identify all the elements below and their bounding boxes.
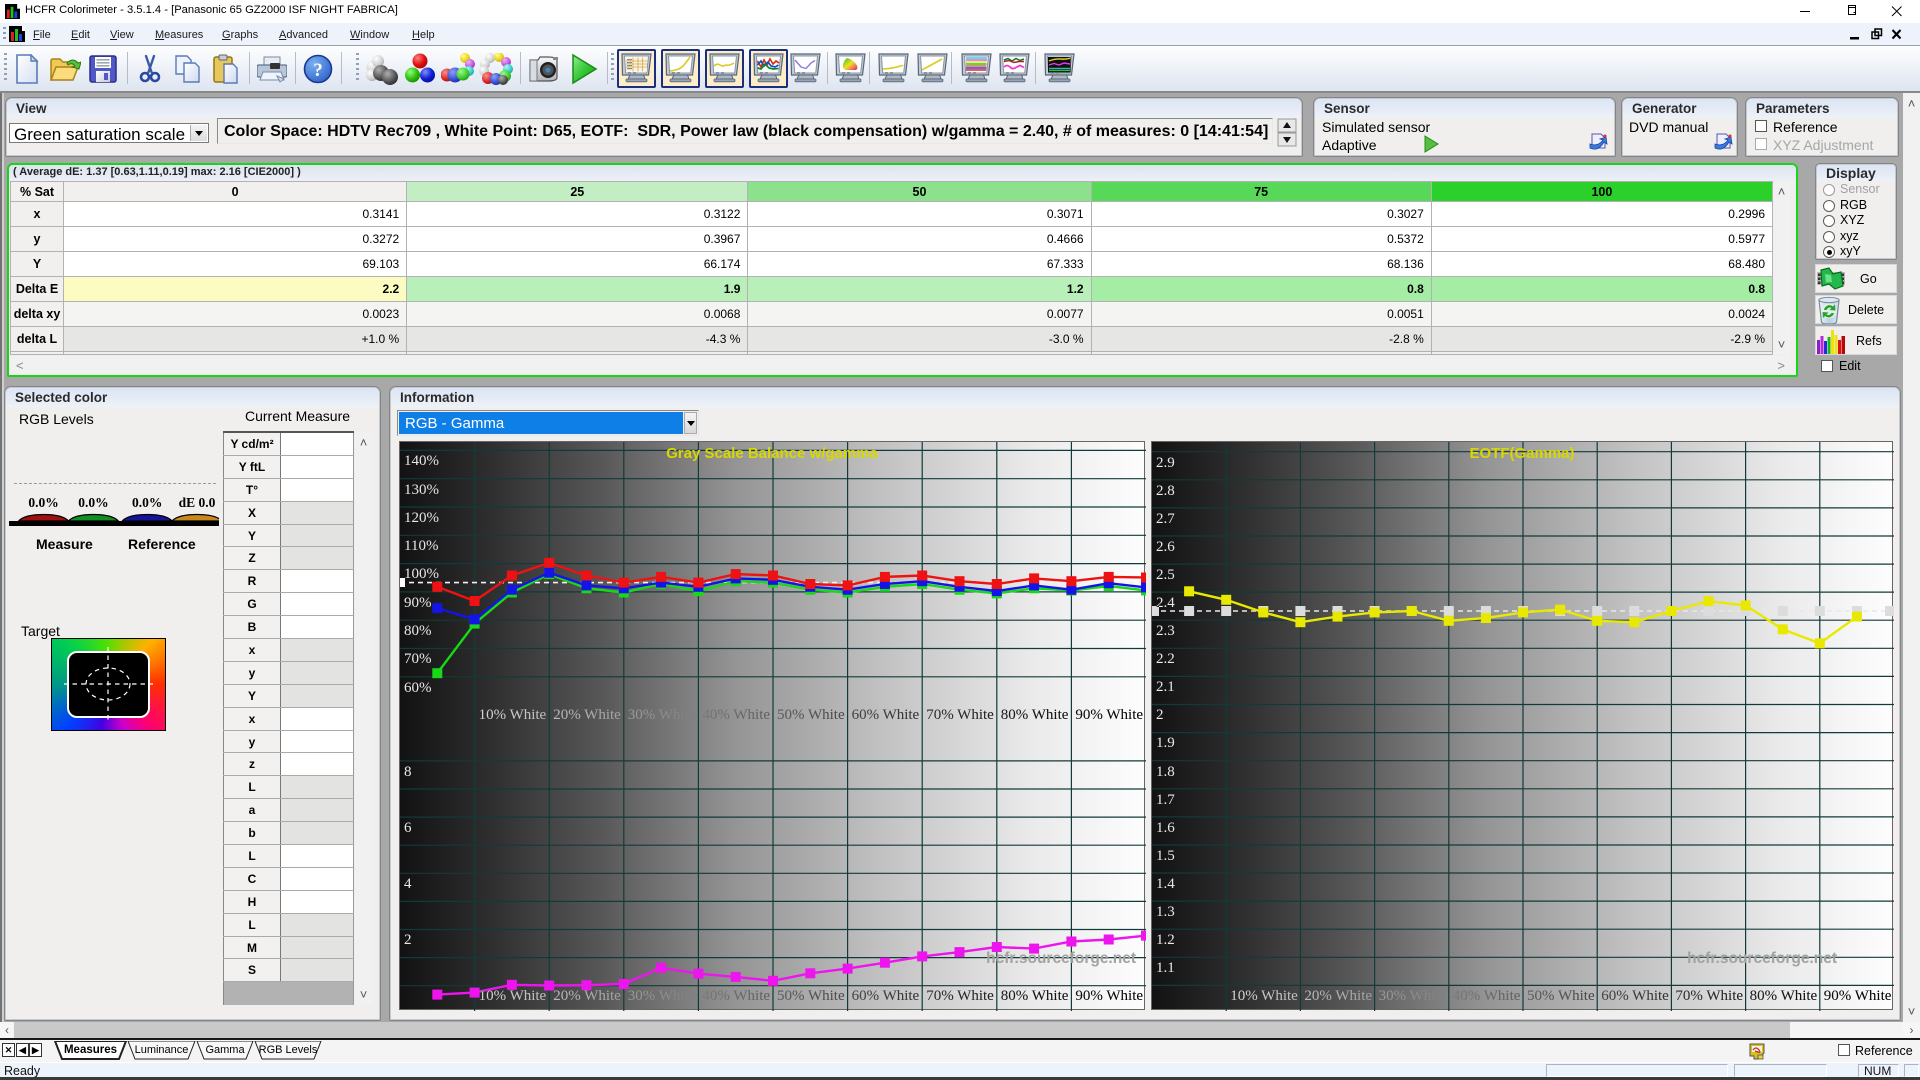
svg-text:?: ?: [313, 60, 323, 81]
